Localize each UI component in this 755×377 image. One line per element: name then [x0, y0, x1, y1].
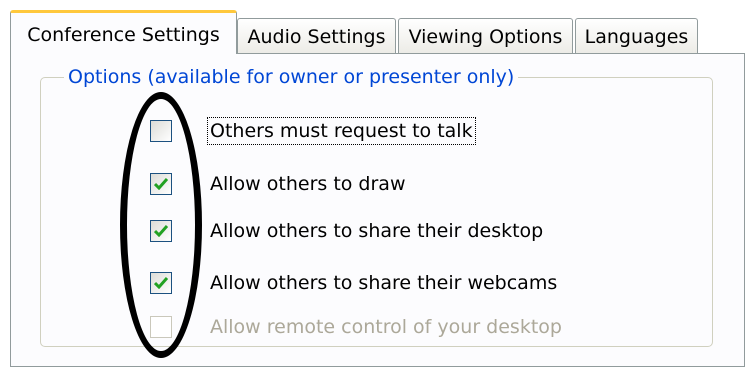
- checkmark-icon: [154, 225, 168, 237]
- option-label: Others must request to talk: [207, 117, 476, 145]
- option-label: Allow remote control of your desktop: [210, 316, 562, 338]
- share-desktop-checkbox[interactable]: [150, 220, 172, 242]
- options-group-title: Options (available for owner or presente…: [64, 64, 519, 90]
- option-label: Allow others to draw: [210, 173, 406, 195]
- option-label: Allow others to share their desktop: [210, 220, 544, 242]
- conference-settings-dialog: Conference Settings Audio Settings Viewi…: [0, 0, 755, 377]
- option-allow-draw[interactable]: Allow others to draw: [150, 169, 405, 199]
- allow-draw-checkbox[interactable]: [150, 173, 172, 195]
- checkmark-icon: [154, 178, 168, 190]
- checkmark-icon: [154, 277, 168, 289]
- remote-control-checkbox: [150, 316, 172, 338]
- tab-audio-settings[interactable]: Audio Settings: [237, 18, 396, 54]
- option-request-to-talk[interactable]: Others must request to talk: [150, 116, 476, 146]
- tab-strip: Conference Settings Audio Settings Viewi…: [10, 10, 745, 54]
- option-share-desktop[interactable]: Allow others to share their desktop: [150, 216, 543, 246]
- option-label: Allow others to share their webcams: [210, 272, 558, 294]
- tab-languages[interactable]: Languages: [575, 18, 698, 54]
- share-webcams-checkbox[interactable]: [150, 272, 172, 294]
- option-share-webcams[interactable]: Allow others to share their webcams: [150, 268, 557, 298]
- request-to-talk-checkbox[interactable]: [150, 120, 172, 142]
- tab-viewing-options[interactable]: Viewing Options: [398, 18, 573, 54]
- tab-conference-settings[interactable]: Conference Settings: [10, 10, 237, 54]
- option-remote-control: Allow remote control of your desktop: [150, 312, 562, 342]
